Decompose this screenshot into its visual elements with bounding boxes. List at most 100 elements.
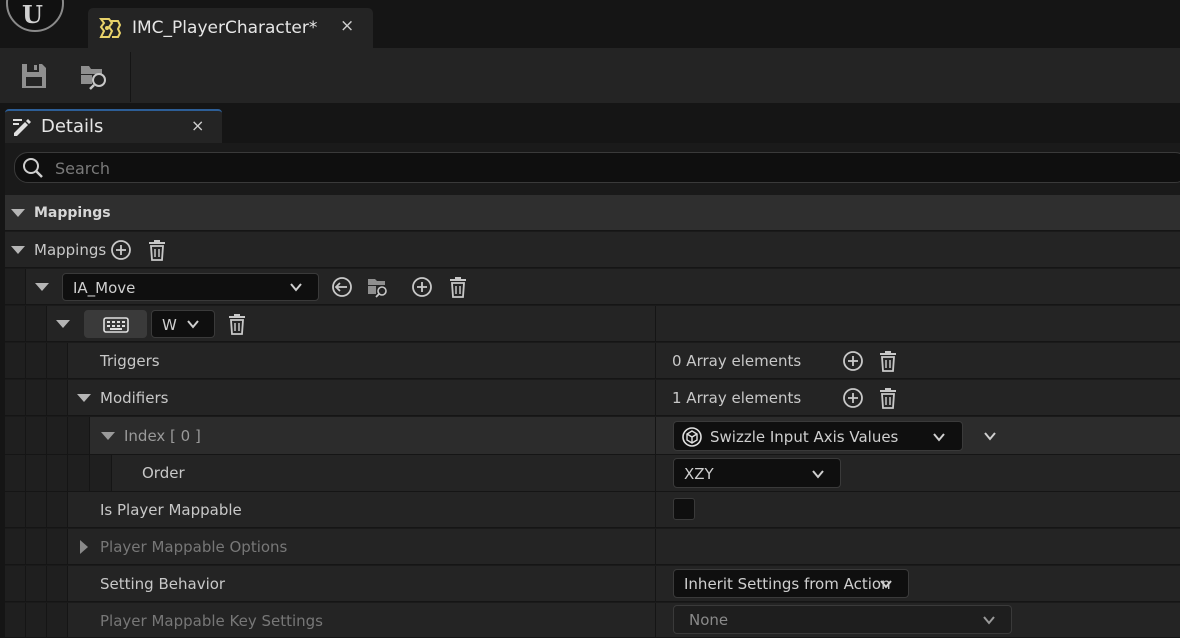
- mappings-label: Mappings: [34, 241, 107, 259]
- key-settings-value: None: [689, 611, 729, 629]
- collapsed-arrow-icon[interactable]: [80, 540, 88, 554]
- modifier-class-dropdown[interactable]: Swizzle Input Axis Values: [673, 421, 963, 451]
- column-divider[interactable]: [655, 380, 656, 415]
- panel-tab-strip: Details ×: [0, 103, 1180, 144]
- browse-to-asset-icon[interactable]: [78, 60, 110, 92]
- mappings-array-row: Mappings: [5, 232, 1180, 268]
- trash-icon[interactable]: [446, 275, 470, 299]
- column-divider[interactable]: [655, 566, 656, 601]
- indent-guide: [68, 455, 90, 491]
- title-bar: U IMC_PlayerCharacter* ×: [0, 0, 1180, 48]
- order-label: Order: [142, 464, 185, 482]
- column-divider[interactable]: [655, 343, 656, 378]
- details-panel: Mappings Mappings IA_Move: [5, 143, 1180, 638]
- pencil-icon: [13, 119, 31, 136]
- indent-guide: [47, 603, 68, 637]
- expand-arrow-icon[interactable]: [35, 283, 49, 291]
- close-icon[interactable]: ×: [191, 116, 204, 135]
- add-element-icon[interactable]: [841, 349, 865, 373]
- chevron-down-icon: [187, 320, 199, 329]
- asset-toolbar: [0, 48, 1180, 103]
- chevron-down-icon[interactable]: [983, 429, 997, 443]
- triggers-label: Triggers: [100, 352, 160, 370]
- setting-behavior-dropdown[interactable]: Inherit Settings from Action: [673, 569, 909, 598]
- order-dropdown[interactable]: XZY: [673, 458, 841, 488]
- triggers-row: Triggers 0 Array elements: [5, 343, 1180, 379]
- indent-guide: [5, 566, 26, 601]
- category-header[interactable]: Mappings: [5, 195, 1180, 231]
- column-divider[interactable]: [655, 417, 656, 454]
- order-row: Order XZY: [5, 455, 1180, 492]
- category-label: Mappings: [34, 205, 111, 221]
- expand-arrow-icon[interactable]: [77, 394, 91, 402]
- browse-asset-icon[interactable]: [366, 275, 390, 299]
- key-value: W: [162, 316, 177, 334]
- column-divider[interactable]: [655, 603, 656, 637]
- indent-guide: [26, 529, 47, 564]
- indent-guide: [5, 343, 26, 378]
- expand-arrow-icon[interactable]: [11, 246, 25, 254]
- trash-icon[interactable]: [225, 312, 249, 336]
- indent-guide: [26, 492, 47, 527]
- modifiers-row: Modifiers 1 Array elements: [5, 380, 1180, 416]
- key-selector-button[interactable]: [84, 310, 147, 338]
- trash-icon[interactable]: [876, 386, 900, 410]
- indent-guide: [26, 380, 47, 415]
- column-divider[interactable]: [655, 529, 656, 564]
- indent-guide: [47, 492, 68, 527]
- indent-guide: [5, 380, 26, 415]
- column-divider[interactable]: [655, 306, 656, 341]
- indent-guide: [26, 343, 47, 378]
- key-mapping-row: W: [5, 306, 1180, 342]
- add-element-icon[interactable]: [410, 275, 434, 299]
- is-player-mappable-label: Is Player Mappable: [100, 501, 242, 519]
- column-divider[interactable]: [655, 455, 656, 491]
- use-selected-arrow-icon[interactable]: [330, 275, 354, 299]
- is-player-mappable-row: Is Player Mappable: [5, 492, 1180, 528]
- indent-guide: [5, 269, 26, 304]
- expand-arrow-icon[interactable]: [11, 209, 25, 217]
- search-input[interactable]: [55, 156, 955, 180]
- key-settings-dropdown[interactable]: None: [673, 605, 1012, 634]
- expand-arrow-icon[interactable]: [56, 320, 70, 328]
- indent-guide: [47, 566, 68, 601]
- close-icon[interactable]: ×: [340, 16, 354, 36]
- mapping-entry-row: IA_Move: [5, 269, 1180, 305]
- indent-guide: [47, 343, 68, 378]
- expand-arrow-icon[interactable]: [101, 432, 115, 440]
- save-icon[interactable]: [18, 60, 50, 92]
- setting-behavior-row: Setting Behavior Inherit Settings from A…: [5, 566, 1180, 602]
- column-divider[interactable]: [655, 492, 656, 527]
- chevron-down-icon: [880, 580, 892, 589]
- player-mappable-options-row: Player Mappable Options: [5, 529, 1180, 565]
- indent-guide: [90, 455, 112, 491]
- is-player-mappable-checkbox[interactable]: [673, 498, 695, 520]
- indent-guide: [5, 529, 26, 564]
- class-icon: [682, 427, 702, 447]
- index-label: Index [ 0 ]: [124, 427, 201, 445]
- details-tab[interactable]: Details ×: [5, 109, 222, 144]
- indent-guide: [26, 455, 47, 491]
- indent-guide: [47, 380, 68, 415]
- indent-guide: [26, 566, 47, 601]
- chevron-down-icon: [290, 283, 302, 292]
- indent-guide: [68, 417, 90, 454]
- key-dropdown[interactable]: W: [151, 310, 215, 338]
- unreal-logo-icon[interactable]: U: [6, 0, 64, 32]
- indent-guide: [47, 417, 68, 454]
- search-box: [14, 152, 1180, 183]
- document-tab[interactable]: IMC_PlayerCharacter* ×: [88, 8, 373, 48]
- triggers-value: 0 Array elements: [672, 352, 802, 370]
- indent-guide: [47, 529, 68, 564]
- player-mappable-options-label: Player Mappable Options: [100, 538, 288, 556]
- modifiers-label: Modifiers: [100, 389, 169, 407]
- indent-guide: [5, 306, 26, 341]
- input-action-dropdown[interactable]: IA_Move: [62, 273, 319, 301]
- trash-icon[interactable]: [145, 238, 169, 262]
- add-element-icon[interactable]: [109, 238, 133, 262]
- document-tab-title: IMC_PlayerCharacter*: [132, 18, 318, 38]
- chevron-down-icon: [933, 433, 945, 442]
- add-element-icon[interactable]: [841, 386, 865, 410]
- input-action-value: IA_Move: [73, 279, 136, 297]
- trash-icon[interactable]: [876, 349, 900, 373]
